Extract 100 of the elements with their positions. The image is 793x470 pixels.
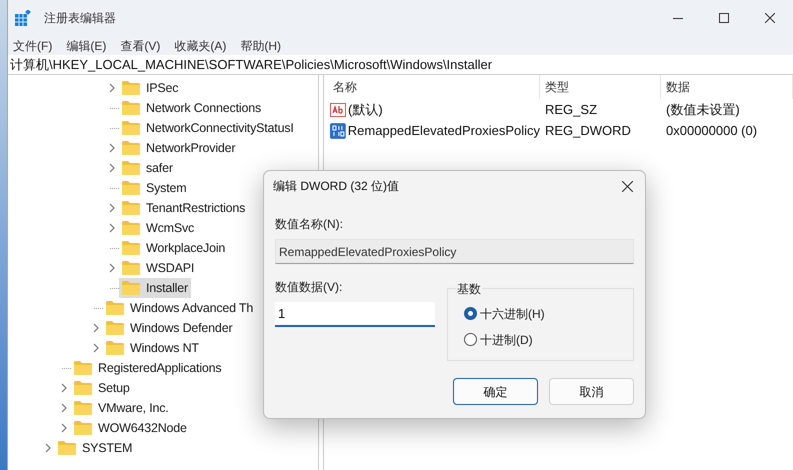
menu-item[interactable]: 帮助(H) <box>240 36 281 54</box>
tree-item[interactable]: System <box>119 178 190 198</box>
tree-item[interactable]: NetworkProvider <box>119 138 238 158</box>
chevron-icon[interactable] <box>109 223 115 233</box>
group-label: 基数 <box>456 280 482 298</box>
chevron-icon[interactable] <box>61 383 67 393</box>
tree-item[interactable]: WSDAPI <box>119 258 198 278</box>
window-title: 注册表编辑器 <box>44 10 116 27</box>
folder-icon <box>122 101 140 115</box>
tree-item[interactable]: VMware, Inc. <box>71 398 172 418</box>
registry-app-icon <box>15 10 31 26</box>
maximize-icon <box>719 13 729 23</box>
tree-item-label: System <box>146 180 186 197</box>
menu-item[interactable]: 收藏夹(A) <box>174 36 226 54</box>
folder-icon <box>122 121 140 135</box>
folder-icon <box>122 81 140 95</box>
tree-item-label: NetworkConnectivityStatusI <box>146 120 294 137</box>
cancel-button[interactable]: 取消 <box>549 378 634 405</box>
table-cell-text: REG_DWORD <box>544 122 632 140</box>
tree-item-label: SYSTEM <box>82 440 132 457</box>
folder-icon <box>74 381 92 395</box>
tree-item[interactable]: NetworkConnectivityStatusI <box>119 118 297 138</box>
folder-icon <box>74 421 92 435</box>
close-icon <box>765 13 775 23</box>
field-label: 数值数据(V): <box>275 279 344 296</box>
column-header[interactable]: 名称 <box>328 75 540 99</box>
folder-icon <box>122 241 140 255</box>
chevron-icon[interactable] <box>109 143 115 153</box>
table-cell-text: 0x00000000 (0) <box>665 122 758 140</box>
tree-item-label: WSDAPI <box>146 260 194 277</box>
menu-item[interactable]: 查看(V) <box>120 36 160 54</box>
folder-icon <box>74 361 92 375</box>
name-field[interactable]: RemappedElevatedProxiesPolicy <box>275 239 634 264</box>
chevron-icon[interactable] <box>93 323 99 333</box>
tree-item-label: safer <box>146 160 173 177</box>
folder-icon <box>122 221 140 235</box>
chevron-icon[interactable] <box>61 423 67 433</box>
folder-icon <box>122 281 140 295</box>
tree-item[interactable]: Network Connections <box>119 98 264 118</box>
tree-item-label: VMware, Inc. <box>98 400 169 417</box>
tree-item-label: WorkplaceJoin <box>146 240 226 257</box>
chevron-icon[interactable] <box>109 83 115 93</box>
tree-item[interactable]: RegisteredApplications <box>71 358 224 378</box>
tree-item-label: Installer <box>146 280 188 297</box>
folder-icon <box>106 301 124 315</box>
radio-button[interactable] <box>464 333 477 346</box>
tree-item[interactable]: SYSTEM <box>55 438 136 458</box>
folder-icon <box>74 401 92 415</box>
close-icon[interactable] <box>622 180 633 192</box>
address-bar[interactable]: 计算机\HKEY_LOCAL_MACHINE\SOFTWARE\Policies\Microsoft\Windows\Installer <box>8 55 793 75</box>
tree-item-label: RegisteredApplications <box>98 360 222 377</box>
tree-item-label: NetworkProvider <box>146 140 236 157</box>
tree-item[interactable]: IPSec <box>119 78 182 98</box>
tree-item[interactable]: TenantRestrictions <box>119 198 248 218</box>
table-cell-text: REG_SZ <box>544 100 598 119</box>
chevron-icon[interactable] <box>45 443 51 453</box>
tree-item-label: WOW6432Node <box>98 420 187 437</box>
chevron-icon[interactable] <box>61 403 67 413</box>
tree-item[interactable]: Windows Defender <box>103 318 236 338</box>
tree-item[interactable]: Installer <box>119 278 191 298</box>
table-cell-text: (默认) <box>348 100 383 119</box>
tree-item[interactable]: WOW6432Node <box>71 418 190 438</box>
radio-option[interactable]: 十进制(D) <box>464 330 533 348</box>
menu-item[interactable]: 文件(F) <box>13 36 52 54</box>
folder-icon <box>122 201 140 215</box>
folder-icon <box>122 161 140 175</box>
tree-item[interactable]: Setup <box>71 378 133 398</box>
chevron-icon[interactable] <box>93 343 99 353</box>
tree-item-label: Setup <box>98 380 130 397</box>
column-header[interactable]: 类型 <box>540 75 661 99</box>
chevron-icon[interactable] <box>109 163 115 173</box>
field-label: 数值名称(N): <box>275 216 344 233</box>
folder-icon <box>122 181 140 195</box>
folder-icon <box>122 141 140 155</box>
table-cell-text: RemappedElevatedProxiesPolicy <box>348 122 540 140</box>
radio-option[interactable]: 十六进制(H) <box>464 304 545 322</box>
chevron-icon[interactable] <box>109 263 115 273</box>
tree-item-label: Windows Defender <box>130 320 232 337</box>
dialog-title: 编辑 DWORD (32 位)值 <box>273 178 399 195</box>
tree-item-label: WcmSvc <box>146 220 194 237</box>
tree-item-label: TenantRestrictions <box>146 200 246 217</box>
tree-item-label: Network Connections <box>146 100 262 117</box>
tree-item-label: Windows NT <box>130 340 199 357</box>
data-field[interactable]: 1 <box>275 302 435 327</box>
column-header[interactable]: 数据 <box>661 75 793 99</box>
radio-button[interactable] <box>464 307 477 320</box>
binary-value-icon <box>330 122 346 138</box>
string-value-icon <box>330 102 346 118</box>
folder-icon <box>122 261 140 275</box>
tree-item[interactable]: Windows Advanced Th <box>103 298 256 318</box>
tree-item[interactable]: safer <box>119 158 176 178</box>
menu-item[interactable]: 编辑(E) <box>66 36 106 54</box>
tree-item[interactable]: WcmSvc <box>119 218 198 238</box>
folder-icon <box>106 321 124 335</box>
folder-icon <box>106 341 124 355</box>
ok-button[interactable]: 确定 <box>453 378 538 405</box>
tree-item[interactable]: WorkplaceJoin <box>119 238 228 258</box>
tree-item[interactable]: Windows NT <box>103 338 202 358</box>
table-cell-text: (数值未设置) <box>665 100 740 119</box>
chevron-icon[interactable] <box>109 203 115 213</box>
